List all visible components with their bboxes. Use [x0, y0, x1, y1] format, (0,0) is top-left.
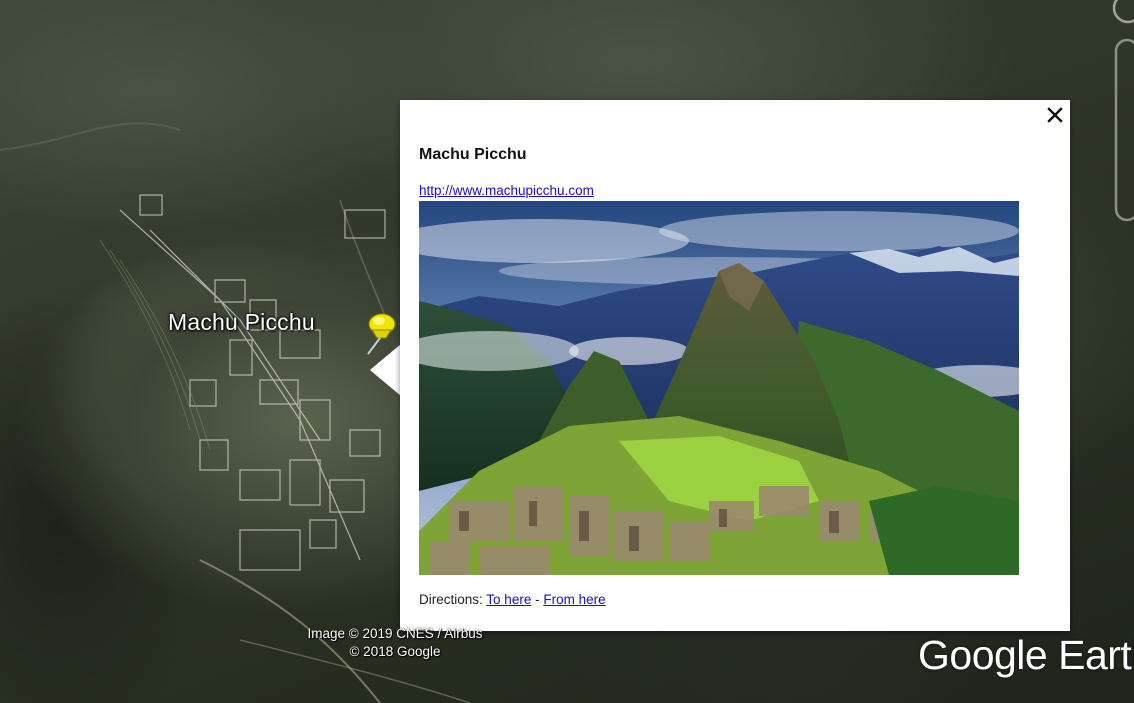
info-balloon: Machu Picchu http://www.machupicchu.com [400, 100, 1070, 631]
google-earth-logo: Google Earth [918, 632, 1134, 678]
website-link[interactable]: http://www.machupicchu.com [419, 183, 594, 198]
attribution-line-1: Image © 2019 CNES / Airbus [307, 626, 483, 641]
balloon-pointer [370, 344, 401, 396]
balloon-title: Machu Picchu [419, 146, 527, 163]
attribution-line-2: © 2018 Google [349, 644, 441, 659]
to-here-link[interactable]: To here [486, 592, 531, 607]
navigation-control[interactable] [1108, 0, 1134, 230]
machu-picchu-photo [419, 201, 1019, 575]
close-icon[interactable] [1046, 106, 1064, 124]
zoom-slider-icon [1114, 38, 1134, 222]
imagery-attribution: Image © 2019 CNES / Airbus © 2018 Google [270, 625, 520, 661]
from-here-link[interactable]: From here [543, 592, 605, 607]
directions-label: Directions: [419, 592, 483, 607]
placemark-label[interactable]: Machu Picchu [168, 309, 315, 336]
directions-row: Directions: To here - From here [419, 592, 606, 607]
compass-icon [1112, 0, 1134, 24]
directions-separator: - [535, 592, 540, 607]
